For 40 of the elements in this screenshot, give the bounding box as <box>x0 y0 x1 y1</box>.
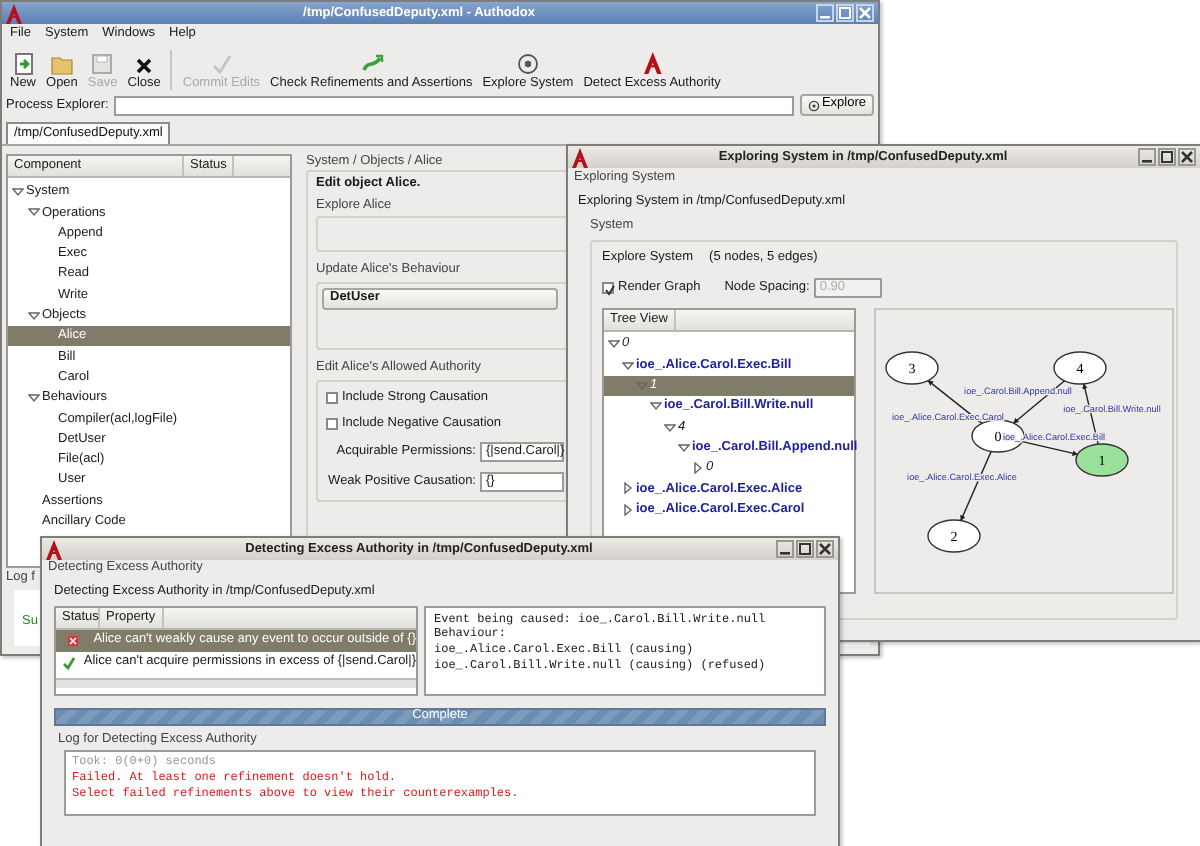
tower-icon <box>572 147 588 167</box>
checkbox[interactable] <box>602 282 614 295</box>
expander-icon[interactable] <box>664 421 676 434</box>
process-explorer-field[interactable] <box>114 95 794 115</box>
expander-icon[interactable] <box>622 359 634 372</box>
expander-icon[interactable] <box>622 503 634 516</box>
graph-node[interactable] <box>1075 443 1129 478</box>
maximize-button[interactable] <box>1158 148 1176 166</box>
graph-node[interactable] <box>927 519 981 554</box>
folder-icon <box>49 51 74 76</box>
tower-icon <box>640 51 665 76</box>
minimize-button[interactable] <box>776 540 794 558</box>
close-button[interactable] <box>816 540 834 558</box>
new-file-icon <box>11 51 35 76</box>
expander-icon[interactable] <box>650 400 662 413</box>
expander-icon[interactable] <box>28 206 40 219</box>
graph-node[interactable] <box>885 351 939 386</box>
expander-icon[interactable] <box>692 462 704 475</box>
graph-node[interactable] <box>1053 351 1107 386</box>
expander-icon[interactable] <box>12 186 24 199</box>
checkbox[interactable] <box>326 391 338 404</box>
close-button[interactable] <box>1178 148 1196 166</box>
tower-icon <box>46 539 62 559</box>
expander-icon[interactable] <box>28 392 40 405</box>
edge-arrow <box>1021 441 1079 457</box>
checkmark-icon <box>61 655 76 670</box>
expander-icon[interactable] <box>28 309 40 322</box>
checkmark-icon <box>209 51 234 76</box>
target-icon <box>807 99 820 111</box>
maximize-button[interactable] <box>796 540 814 558</box>
minimize-button[interactable] <box>1138 148 1156 166</box>
expander-icon[interactable] <box>622 482 634 495</box>
scrollbar[interactable] <box>56 677 416 688</box>
checkbox[interactable] <box>326 417 338 430</box>
expander-icon[interactable] <box>678 441 690 454</box>
arrow-icon <box>359 51 384 76</box>
tower-icon <box>6 3 22 23</box>
circle-target-icon <box>515 51 540 76</box>
expander-icon[interactable] <box>608 338 620 351</box>
cross-icon <box>66 633 81 648</box>
